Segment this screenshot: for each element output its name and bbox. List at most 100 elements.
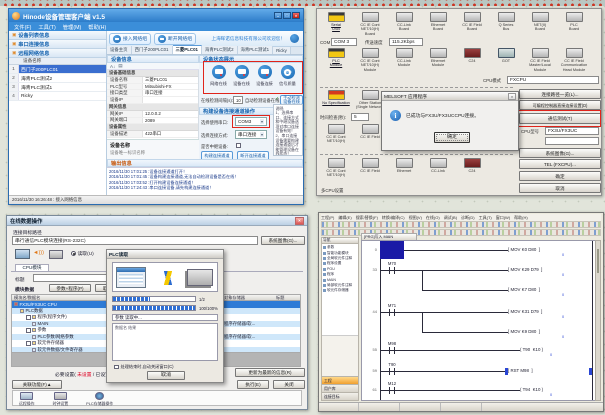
pc-if-item[interactable]: Q Series Bus: [489, 12, 523, 36]
pc-if-item[interactable]: Ethernet Board: [421, 12, 455, 36]
alert-ok-button[interactable]: 确定: [434, 132, 470, 143]
tab-item[interactable]: 海青PLC测试1: [238, 46, 274, 54]
alert-title-bar[interactable]: MELSOFT 应用程序 ×: [382, 92, 518, 101]
instruction-mov[interactable]: [ MOV K7 D80 ]: [508, 287, 592, 292]
tel-button[interactable]: TEL (FXCPU)...: [519, 159, 601, 169]
plc-if-item[interactable]: Ethernet Module: [421, 48, 455, 72]
ok-button[interactable]: 确定: [519, 171, 601, 181]
interval-input[interactable]: 10: [233, 96, 243, 104]
related-functions-button[interactable]: 关联功能(F)▲: [12, 380, 62, 389]
property-row[interactable]: 设备描述422串口: [107, 131, 198, 138]
project-tree[interactable]: 参数智能功能模块全局软元件注释程序设置POU程序MAIN局部软元件注释软元件存储…: [322, 244, 358, 336]
radio-读取(U)[interactable]: 读取(U): [71, 250, 94, 257]
plc-if-item[interactable]: PLC Module: [319, 48, 353, 72]
menu-item[interactable]: 窗口(W): [496, 215, 510, 221]
tab-item[interactable]: 设备主页: [107, 46, 132, 54]
ladder-editor[interactable]: 0[ MOV K0 D80 ]033M70[ MOV K29 D79 ]0[ M…: [361, 240, 597, 401]
menu-item[interactable]: 管理(M): [63, 23, 82, 31]
other-station-item[interactable]: No Specification: [319, 90, 353, 110]
menu-item[interactable]: 帮助(H): [514, 215, 528, 221]
timer-coil[interactable]: ( T90 K10 ): [520, 347, 592, 352]
pc-if-item[interactable]: PLC Board: [557, 12, 591, 36]
communication-test-button[interactable]: 通信测试(T): [519, 113, 601, 124]
close-icon[interactable]: ×: [292, 12, 300, 19]
instruction-rst[interactable]: [ RST M98 ]: [508, 368, 592, 373]
memory-function[interactable]: PLC存储器操作: [86, 392, 113, 404]
instruction-mov[interactable]: [ MOV K31 D79 ]: [508, 309, 592, 314]
plc-if-item[interactable]: GOT: [489, 48, 523, 72]
close-icon[interactable]: ×: [508, 93, 516, 100]
menu-item[interactable]: 工具(T): [479, 215, 492, 221]
menu-item[interactable]: 帮助(H): [88, 23, 106, 31]
pc-if-item[interactable]: CC IE Field Board: [455, 12, 489, 36]
category-icon[interactable]: ▤: [118, 63, 122, 69]
menu-item[interactable]: 视图(V): [409, 215, 422, 221]
relay-checkbox[interactable]: [236, 143, 241, 148]
connect-network-button[interactable]: 接入网络组: [109, 33, 151, 45]
user-icon[interactable]: [290, 34, 299, 43]
auto-close-checkbox[interactable]: [114, 365, 119, 370]
nav-tab-用户库[interactable]: 用户库: [322, 384, 358, 392]
close-button[interactable]: 关闭: [273, 380, 305, 389]
coexistence-route-item[interactable]: CC-Link: [421, 158, 455, 178]
pc-if-item[interactable]: NET(II) Board: [523, 12, 557, 36]
direct-connection-button[interactable]: 可编程控制器直接连接设置(D): [519, 100, 601, 110]
mode-select[interactable]: 串口连接: [235, 130, 267, 139]
device-row[interactable]: 1西门子200PLC01: [9, 65, 106, 74]
minimize-icon[interactable]: –: [274, 12, 282, 19]
tab-item[interactable]: 西门子200PLC01: [132, 46, 173, 54]
auto-close-checkbox-row[interactable]: 处理结束时,自动关闭窗口(C): [114, 364, 174, 370]
execute-button[interactable]: 执行(E): [237, 380, 269, 389]
device-row[interactable]: 3海青PLC测试1: [9, 83, 106, 92]
remote-function[interactable]: 远程操作: [19, 392, 35, 404]
sidebar-section[interactable]: ▣串口连接信息: [9, 40, 106, 49]
instruction-mov[interactable]: [ MOV K9 D80 ]: [508, 329, 592, 334]
auto-check-checkbox[interactable]: ✓: [275, 96, 279, 102]
menu-item[interactable]: 编辑(E): [338, 215, 351, 221]
sidebar-section[interactable]: ▣远程网络信息: [9, 49, 106, 58]
disconnect-network-button[interactable]: 断开网络组: [154, 33, 196, 45]
system-image-button[interactable]: 系统图像(G)...: [519, 148, 601, 158]
toolbar-row-1[interactable]: [321, 221, 601, 228]
nav-tab-工程[interactable]: 工程: [322, 376, 358, 384]
instruction-mov[interactable]: [ MOV K0 D80 ]: [508, 247, 592, 252]
coexistence-route-item[interactable]: C24: [455, 158, 489, 178]
timer-coil[interactable]: ( T94 K10 ): [520, 387, 592, 392]
nav-tab-连接目标[interactable]: 连接目标: [322, 392, 358, 400]
network-route-item[interactable]: CC IE Cont NET/10(H): [319, 124, 353, 144]
tree-item[interactable]: 软元件存储器: [323, 288, 357, 293]
selected-cell[interactable]: [380, 241, 404, 259]
clock-function[interactable]: 时钟设置: [53, 392, 69, 404]
plc-if-item[interactable]: CC-Link Module: [387, 48, 421, 72]
baud-field[interactable]: 115.2Kbps: [389, 38, 423, 46]
system-image-button[interactable]: 系统图像(G)...: [261, 236, 305, 245]
com-port-select[interactable]: COM3: [235, 117, 267, 126]
menu-item[interactable]: 在线(O): [426, 215, 440, 221]
title-bar[interactable]: Hinode设备管理客户端 v1.5 – □ ×: [9, 9, 303, 22]
close-icon[interactable]: ×: [295, 217, 304, 225]
plc-if-item[interactable]: CC IE Field Master/Local Module: [523, 48, 557, 72]
tab-item[interactable]: Ricky: [273, 47, 291, 54]
menu-item[interactable]: 文件(F): [14, 23, 31, 31]
progress-title-bar[interactable]: PLC读取: [107, 250, 223, 259]
menu-item[interactable]: 搜索/替换(F): [356, 215, 378, 221]
instruction-mov[interactable]: [ MOV K29 D79 ]: [508, 267, 592, 272]
tab-cpu-module[interactable]: CPU模块: [15, 264, 49, 271]
device-row[interactable]: 2海青PLC测试2: [9, 74, 106, 83]
sort-icon[interactable]: A↓: [110, 64, 115, 69]
menu-item[interactable]: 工程(P): [321, 215, 334, 221]
connection-path-list-button[interactable]: 连接路径一览(L)...: [519, 89, 601, 99]
cancel-button[interactable]: 取消: [519, 183, 601, 193]
plc-if-item[interactable]: C24: [455, 48, 489, 72]
row-checkbox[interactable]: [26, 341, 31, 346]
maximize-icon[interactable]: □: [283, 12, 291, 19]
pc-if-item[interactable]: CC IE Cont NET/10(H) Board: [353, 12, 387, 36]
menu-item[interactable]: 工具(T): [38, 23, 55, 31]
output-log[interactable]: 2016/11/30 17:01:25 :设备连接通道打开！2016/11/30…: [107, 167, 303, 197]
progress-result-list[interactable]: 数据名 结果: [112, 323, 218, 361]
row-checkbox[interactable]: [26, 328, 31, 333]
menu-item[interactable]: 转换/编译(C): [382, 215, 405, 221]
document-tab[interactable]: [PRG]写入 MAIN: [361, 233, 417, 240]
coexistence-route-item[interactable]: CC IE Cont NET/10(H): [319, 158, 353, 178]
menu-item[interactable]: 调试(B): [444, 215, 457, 221]
